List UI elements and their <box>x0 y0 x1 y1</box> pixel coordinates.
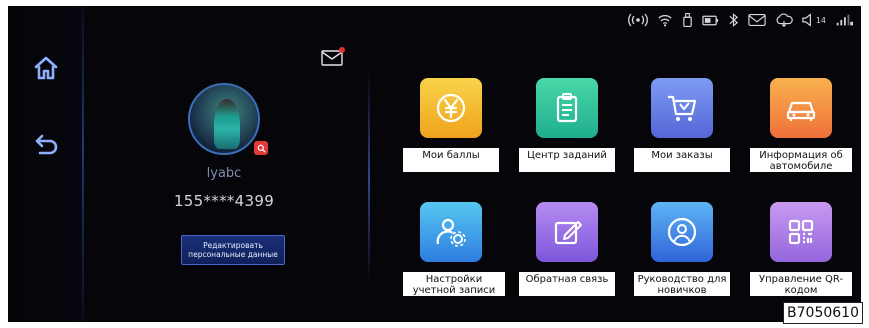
watermark: B7050610 <box>783 302 863 324</box>
volume-level: 14 <box>815 15 826 25</box>
yen-coin-icon-tile <box>420 78 482 138</box>
app-label: Обратная связь <box>519 272 615 296</box>
yen-coin-icon <box>436 93 466 123</box>
app-tile-shopping-cart[interactable]: Мои заказы <box>634 78 756 182</box>
status-bar: 14 <box>627 10 853 30</box>
app-tile-account-settings[interactable]: Настройки учетной записи <box>403 202 525 306</box>
account-settings-icon <box>436 218 466 247</box>
car-icon <box>786 101 816 121</box>
avatar-edit-badge[interactable] <box>254 141 268 155</box>
mail-status-icon <box>748 11 766 29</box>
shopping-cart-icon <box>668 95 697 121</box>
account-settings-icon-tile <box>420 202 482 262</box>
app-label: Информация об автомобиле <box>750 148 852 172</box>
signal-icon <box>835 11 853 29</box>
feedback-edit-icon <box>554 221 582 245</box>
app-tile-yen-coin[interactable]: Мои баллы <box>403 78 525 182</box>
qr-code-icon <box>788 219 814 245</box>
messages-button[interactable] <box>321 47 345 68</box>
user-guide-icon <box>667 217 697 247</box>
head-unit-screen: 14 lyabc 155****4399 Редактировать персо… <box>8 6 861 322</box>
app-label: Руководство для новичков <box>634 272 730 296</box>
usb-icon <box>682 11 693 29</box>
unread-dot <box>339 47 345 53</box>
app-label: Центр заданий <box>519 148 615 172</box>
edit-profile-button[interactable]: Редактировать персональные данные <box>181 235 285 265</box>
username: lyabc <box>206 166 242 181</box>
panel-divider <box>368 68 370 288</box>
volume-icon[interactable]: 14 <box>802 11 826 29</box>
back-arrow-icon <box>35 134 58 155</box>
app-label: Мои баллы <box>403 148 499 172</box>
qr-code-icon-tile <box>770 202 832 262</box>
search-icon <box>257 144 266 153</box>
app-tile-car[interactable]: Информация об автомобиле <box>750 78 861 182</box>
app-label: Настройки учетной записи <box>403 272 505 296</box>
back-button[interactable] <box>26 126 66 162</box>
app-label: Мои заказы <box>634 148 730 172</box>
nav-rail <box>8 6 84 322</box>
wifi-icon <box>657 11 673 29</box>
hotspot-icon <box>627 11 648 29</box>
car-icon-tile <box>770 78 832 138</box>
feedback-edit-icon-tile <box>536 202 598 262</box>
app-tile-feedback-edit[interactable]: Обратная связь <box>519 202 641 306</box>
home-icon <box>34 56 58 80</box>
avatar[interactable] <box>188 83 260 155</box>
clipboard-icon <box>556 93 578 123</box>
app-tile-user-guide[interactable]: Руководство для новичков <box>634 202 756 306</box>
clipboard-icon-tile <box>536 78 598 138</box>
home-button[interactable] <box>26 50 66 86</box>
app-label: Управление QR-кодом <box>750 272 852 296</box>
app-tile-clipboard[interactable]: Центр заданий <box>519 78 641 182</box>
avatar-figure <box>214 99 240 149</box>
shopping-cart-icon-tile <box>651 78 713 138</box>
bluetooth-icon <box>728 11 739 29</box>
app-tile-qr-code[interactable]: Управление QR-кодом <box>750 202 861 306</box>
cloud-icon <box>775 11 793 29</box>
battery-icon <box>702 11 719 29</box>
phone-number: 155****4399 <box>173 192 275 210</box>
user-guide-icon-tile <box>651 202 713 262</box>
